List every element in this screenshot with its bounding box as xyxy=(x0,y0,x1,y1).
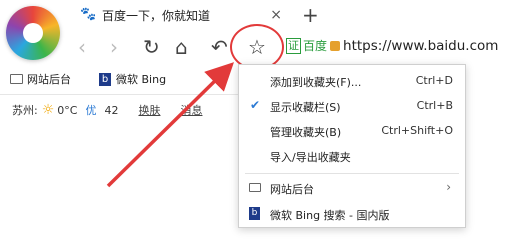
chevron-right-icon: › xyxy=(446,180,451,194)
bing-icon: b xyxy=(99,72,111,86)
sun-icon: ☼ xyxy=(41,102,55,118)
menu-item-manage-favorites[interactable]: 管理收藏夹(B) Ctrl+Shift+O xyxy=(239,120,465,142)
home-icon[interactable]: ⌂ xyxy=(175,35,188,59)
refresh-icon[interactable]: ↻ xyxy=(143,35,160,59)
undo-icon[interactable]: ↶ xyxy=(211,35,228,59)
aqi-label: 优 xyxy=(85,104,97,117)
weather-temperature: 0°C xyxy=(57,103,78,117)
back-icon[interactable]: ‹ xyxy=(78,35,86,59)
folder-icon xyxy=(249,183,261,192)
bookmark-label: 网站后台 xyxy=(27,73,71,86)
menu-item-folder[interactable]: 网站后台 › xyxy=(239,177,465,199)
menu-item-bing[interactable]: b 微软 Bing 搜索 - 国内版 xyxy=(239,203,465,225)
menu-item-label: 导入/导出收藏夹 xyxy=(270,151,351,164)
baidu-paw-icon: 🐾 xyxy=(80,7,97,22)
menu-item-show-favorites-bar[interactable]: ✔ 显示收藏栏(S) Ctrl+B xyxy=(239,95,465,117)
favorites-star-icon[interactable]: ☆ xyxy=(244,34,270,60)
menu-item-shortcut: Ctrl+Shift+O xyxy=(381,124,453,137)
close-tab-icon[interactable]: × xyxy=(270,7,282,23)
check-icon: ✔ xyxy=(250,98,261,112)
site-name: 百度 xyxy=(303,39,328,53)
toolbar: ‹ › ↻ ⌂ ↶ ☆ 证 百度 https://www.baidu.com xyxy=(68,24,522,70)
menu-item-label: 网站后台 xyxy=(270,183,314,196)
menu-item-label: 添加到收藏夹(F)... xyxy=(270,76,362,89)
browser-logo-icon[interactable] xyxy=(6,6,60,60)
address-bar[interactable]: 证 百度 https://www.baidu.com xyxy=(286,37,498,54)
bookmark-bing[interactable]: b 微软 Bing xyxy=(81,71,166,87)
new-tab-button[interactable]: + xyxy=(302,3,319,27)
weather-bar: 苏州: ☼ 0°C 优 42 换肤 消息 xyxy=(12,102,202,118)
lock-icon xyxy=(330,40,341,51)
menu-item-label: 管理收藏夹(B) xyxy=(270,126,342,139)
aqi-value: 42 xyxy=(104,103,119,117)
menu-item-shortcut: Ctrl+D xyxy=(415,74,453,87)
favorites-menu: 添加到收藏夹(F)... Ctrl+D ✔ 显示收藏栏(S) Ctrl+B 管理… xyxy=(238,64,466,228)
bing-icon: b xyxy=(249,207,260,220)
folder-icon xyxy=(10,74,23,84)
divider xyxy=(0,94,240,95)
url-text[interactable]: https://www.baidu.com xyxy=(343,38,498,54)
menu-item-label: 显示收藏栏(S) xyxy=(270,101,341,114)
menu-item-add-favorite[interactable]: 添加到收藏夹(F)... Ctrl+D xyxy=(239,70,465,92)
menu-item-label: 微软 Bing 搜索 - 国内版 xyxy=(270,209,390,222)
menu-separator xyxy=(245,173,459,174)
menu-item-import-export[interactable]: 导入/导出收藏夹 xyxy=(239,145,465,167)
bookmark-folder[interactable]: 网站后台 xyxy=(10,71,71,87)
bookmark-label: 微软 Bing xyxy=(116,73,167,86)
messages-link[interactable]: 消息 xyxy=(180,102,202,118)
weather-city: 苏州: xyxy=(12,104,38,117)
tab-title: 百度一下，你就知道 xyxy=(102,8,211,23)
skin-link[interactable]: 换肤 xyxy=(138,102,160,118)
menu-item-shortcut: Ctrl+B xyxy=(416,99,453,112)
certificate-badge[interactable]: 证 xyxy=(286,37,301,54)
forward-icon[interactable]: › xyxy=(110,35,118,59)
